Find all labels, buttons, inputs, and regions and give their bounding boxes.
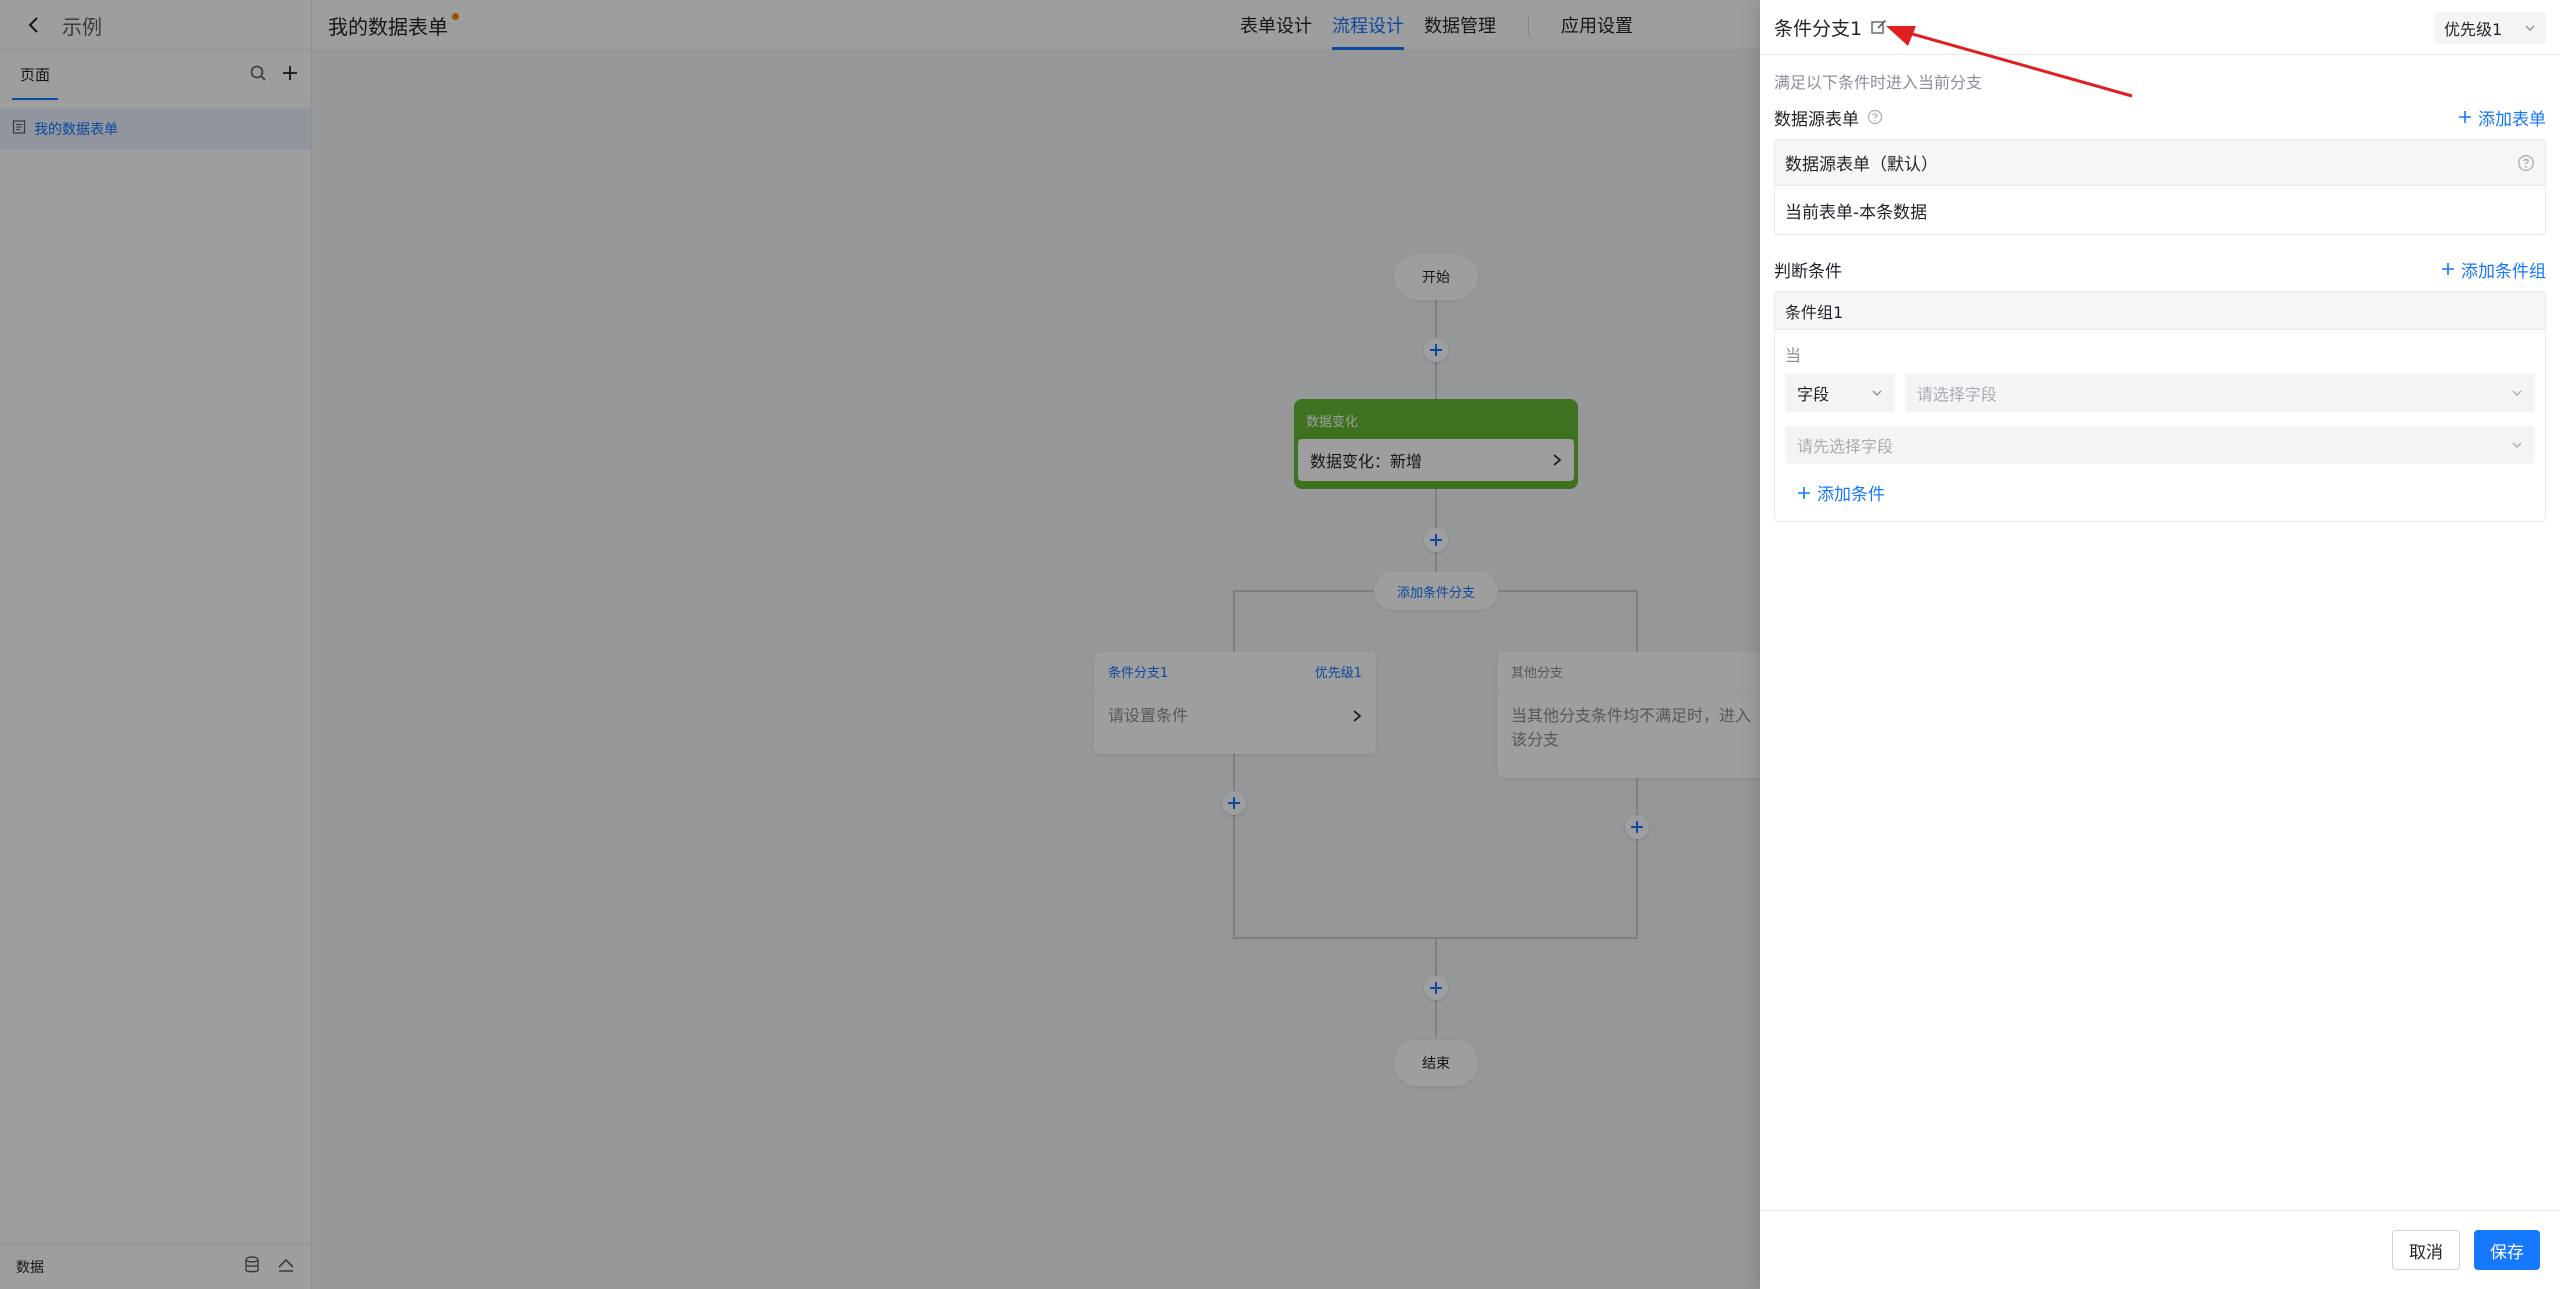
datasource-value[interactable]: 当前表单-本条数据 (1775, 186, 2545, 234)
plus-icon (1798, 486, 1810, 499)
plus-icon (2442, 263, 2454, 275)
add-condition-button[interactable]: 添加条件 (1785, 480, 2535, 505)
plus-icon (2459, 111, 2471, 123)
conditions-section-header: 判断条件 添加条件组 (1774, 255, 2546, 283)
datasource-section-header: 数据源表单 添加表单 (1774, 103, 2546, 131)
add-condition-group-label: 添加条件组 (2461, 261, 2546, 282)
conditions-label: 判断条件 (1774, 261, 1842, 282)
drawer-header: 条件分支1 优先级1 (1760, 0, 2560, 55)
drawer-title: 条件分支1 (1774, 17, 1863, 40)
field-type-value: 字段 (1797, 385, 1830, 404)
help-icon[interactable] (2517, 154, 2535, 172)
field-placeholder: 请选择字段 (1916, 385, 1997, 404)
add-form-label: 添加表单 (2478, 109, 2546, 130)
priority-value: 优先级1 (2444, 20, 2503, 39)
chevron-down-icon (1872, 390, 1882, 396)
cancel-button[interactable]: 取消 (2392, 1230, 2460, 1270)
drawer-content: 满足以下条件时进入当前分支 数据源表单 添加表单 数据源表单（默认） 当前表单-… (1774, 55, 2546, 522)
datasource-box-header: 数据源表单（默认） (1775, 140, 2545, 186)
condition-group-title: 条件组1 (1775, 292, 2545, 330)
chevron-down-icon (2512, 442, 2522, 448)
drawer-hint: 满足以下条件时进入当前分支 (1774, 73, 1983, 92)
field-select[interactable]: 请选择字段 (1904, 374, 2535, 412)
save-button[interactable]: 保存 (2474, 1230, 2540, 1270)
drawer-mask[interactable] (0, 0, 1760, 1289)
drawer-footer: 取消 保存 (1760, 1210, 2560, 1289)
branch-settings-drawer: 条件分支1 优先级1 满足以下条件时进入当前分支 数据源表单 添加表单 数据源表… (1760, 0, 2560, 1289)
condition-group: 条件组1 当 字段 请选择字段 请先选择字段 添加条件 (1774, 291, 2546, 522)
condition-row: 字段 请选择字段 (1785, 374, 2535, 412)
field-type-select[interactable]: 字段 (1785, 374, 1895, 412)
when-label: 当 (1785, 346, 1802, 365)
add-condition-group-button[interactable]: 添加条件组 (2441, 257, 2546, 282)
datasource-label-text: 数据源表单 (1774, 109, 1859, 130)
chevron-down-icon (2525, 25, 2535, 31)
priority-select[interactable]: 优先级1 (2434, 12, 2546, 44)
datasource-label: 数据源表单 (1774, 105, 1883, 130)
help-icon[interactable] (1867, 109, 1883, 125)
condition-value-row: 请先选择字段 (1785, 426, 2535, 464)
edit-icon[interactable] (1870, 18, 1888, 36)
value-select[interactable]: 请先选择字段 (1785, 426, 2535, 464)
chevron-down-icon (2512, 390, 2522, 396)
add-condition-label: 添加条件 (1817, 485, 1885, 505)
value-placeholder: 请先选择字段 (1797, 437, 1894, 456)
condition-group-body: 当 字段 请选择字段 请先选择字段 添加条件 (1775, 330, 2545, 521)
add-form-button[interactable]: 添加表单 (2458, 105, 2546, 130)
datasource-box: 数据源表单（默认） 当前表单-本条数据 (1774, 139, 2546, 235)
datasource-header-text: 数据源表单（默认） (1785, 155, 1938, 175)
